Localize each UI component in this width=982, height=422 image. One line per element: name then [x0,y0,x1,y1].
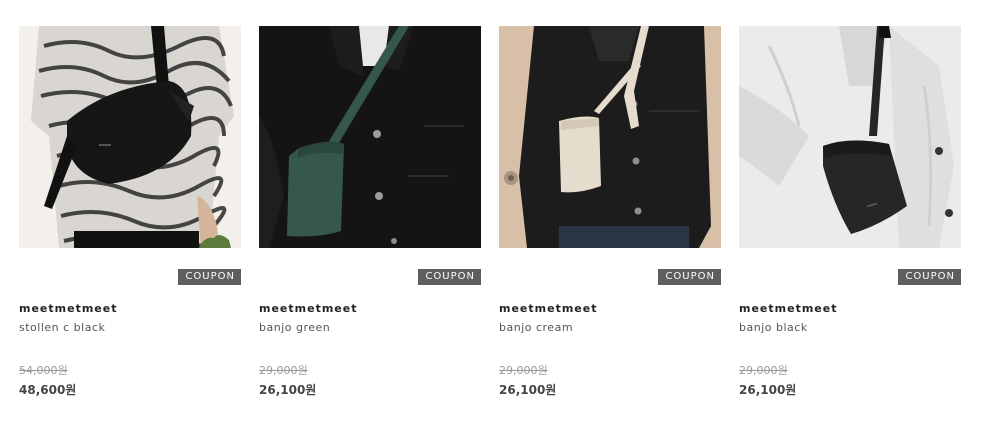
product-brand[interactable]: meetmetmeet [739,302,837,315]
original-price: 29,000원 [739,364,788,377]
product-grid: COUPON meetmetmeet stollen c black 54,00… [19,26,961,397]
coupon-badge[interactable]: COUPON [178,269,241,285]
original-price: 54,000원 [19,364,68,377]
coupon-badge[interactable]: COUPON [658,269,721,285]
product-card[interactable]: COUPON meetmetmeet stollen c black 54,00… [19,26,241,397]
product-image[interactable] [259,26,481,248]
product-image[interactable] [739,26,961,248]
product-name[interactable]: stollen c black [19,321,105,334]
coupon-badge[interactable]: COUPON [898,269,961,285]
product-brand[interactable]: meetmetmeet [259,302,357,315]
product-image[interactable] [499,26,721,248]
product-brand[interactable]: meetmetmeet [19,302,117,315]
original-price: 29,000원 [259,364,308,377]
product-name[interactable]: banjo green [259,321,330,334]
sale-price: 26,100원 [499,383,557,397]
product-name[interactable]: banjo black [739,321,808,334]
sale-price: 48,600원 [19,383,77,397]
product-image[interactable] [19,26,241,248]
original-price: 29,000원 [499,364,548,377]
product-card[interactable]: COUPON meetmetmeet banjo black 29,000원 2… [739,26,961,397]
product-name[interactable]: banjo cream [499,321,573,334]
coupon-badge[interactable]: COUPON [418,269,481,285]
product-brand[interactable]: meetmetmeet [499,302,597,315]
product-card[interactable]: COUPON meetmetmeet banjo cream 29,000원 2… [499,26,721,397]
sale-price: 26,100원 [259,383,317,397]
sale-price: 26,100원 [739,383,797,397]
product-card[interactable]: COUPON meetmetmeet banjo green 29,000원 2… [259,26,481,397]
